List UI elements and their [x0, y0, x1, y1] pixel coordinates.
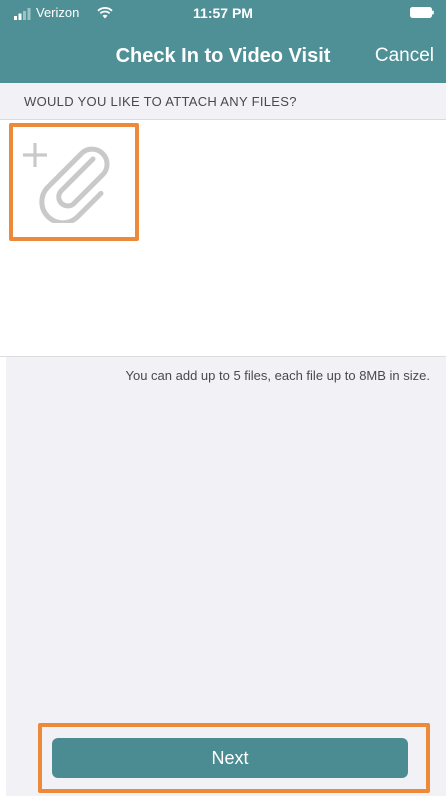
add-attachment-button[interactable]: [9, 123, 139, 241]
nav-bar: Check In to Video Visit Cancel: [0, 28, 446, 83]
status-bar: Verizon 11:57 PM: [0, 0, 446, 28]
attachment-area: [0, 120, 446, 357]
section-header-label: WOULD YOU LIKE TO ATTACH ANY FILES?: [24, 94, 297, 109]
attachment-limit-help-text: You can add up to 5 files, each file up …: [125, 368, 431, 383]
add-attachment-paperclip-icon: [23, 143, 110, 223]
phone-screen: Verizon 11:57 PM Check In to Video Visit…: [0, 0, 446, 796]
battery-icon: [410, 7, 434, 18]
status-time: 11:57 PM: [193, 5, 253, 21]
next-button[interactable]: Next: [52, 738, 408, 778]
app-header: Verizon 11:57 PM Check In to Video Visit…: [0, 0, 446, 83]
cancel-button[interactable]: Cancel: [375, 44, 434, 68]
attach-files-section-header: WOULD YOU LIKE TO ATTACH ANY FILES?: [0, 83, 446, 120]
